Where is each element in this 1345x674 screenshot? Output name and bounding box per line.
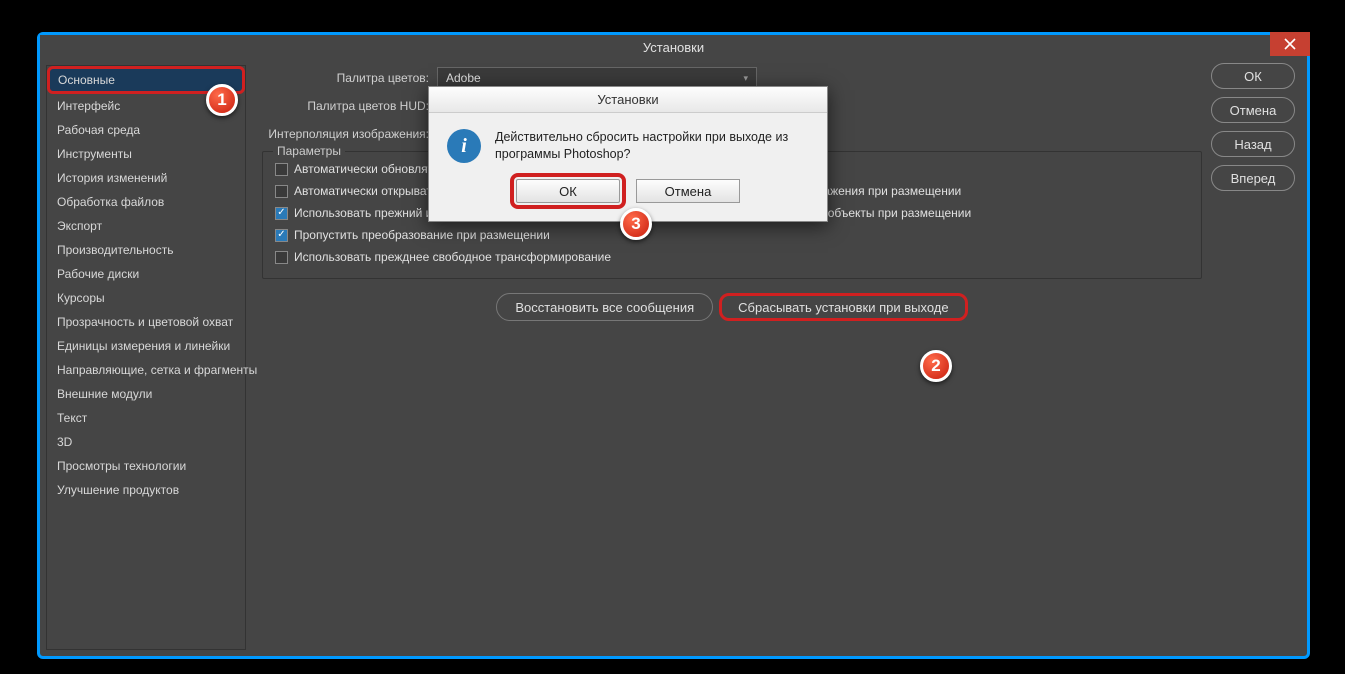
annotation-badge-2: 2: [920, 350, 952, 382]
hud-label: Палитра цветов HUD:: [262, 99, 437, 113]
confirm-dialog-title: Установки: [429, 87, 827, 113]
check-legacy-free-transform[interactable]: Использовать прежднее свободное трансфор…: [275, 250, 611, 264]
sidebar-item-scratch[interactable]: Рабочие диски: [47, 262, 245, 286]
confirm-dialog: Установки Действительно сбросить настрой…: [428, 86, 828, 222]
annotation-badge-1: 1: [206, 84, 238, 116]
close-icon: [1284, 38, 1296, 50]
sidebar-item-filehandling[interactable]: Обработка файлов: [47, 190, 245, 214]
fieldset-legend: Параметры: [273, 144, 345, 158]
ok-button[interactable]: ОК: [1211, 63, 1295, 89]
cancel-button[interactable]: Отмена: [1211, 97, 1295, 123]
confirm-dialog-text: Действительно сбросить настройки при вых…: [495, 129, 809, 163]
sidebar-item-history[interactable]: История изменений: [47, 166, 245, 190]
sidebar-item-units[interactable]: Единицы измерения и линейки: [47, 334, 245, 358]
sidebar-item-gamut[interactable]: Прозрачность и цветовой охват: [47, 310, 245, 334]
sidebar: Основные Интерфейс Рабочая среда Инструм…: [46, 65, 246, 650]
color-picker-value: Adobe: [446, 71, 481, 85]
sidebar-item-plugins[interactable]: Внешние модули: [47, 382, 245, 406]
sidebar-item-performance[interactable]: Производительность: [47, 238, 245, 262]
window-titlebar: Установки: [40, 35, 1307, 59]
interp-label: Интерполяция изображения:: [262, 127, 437, 141]
reset-on-quit-button[interactable]: Сбрасывать установки при выходе: [719, 293, 967, 321]
sidebar-item-guides[interactable]: Направляющие, сетка и фрагменты: [47, 358, 245, 382]
restore-messages-button[interactable]: Восстановить все сообщения: [496, 293, 713, 321]
close-button[interactable]: [1270, 32, 1310, 56]
sidebar-item-export[interactable]: Экспорт: [47, 214, 245, 238]
sidebar-item-type[interactable]: Текст: [47, 406, 245, 430]
sidebar-item-tools[interactable]: Инструменты: [47, 142, 245, 166]
forward-button[interactable]: Вперед: [1211, 165, 1295, 191]
info-icon: [447, 129, 481, 163]
sidebar-item-techpreviews[interactable]: Просмотры технологии: [47, 454, 245, 478]
window-title: Установки: [643, 40, 704, 55]
sidebar-item-cursors[interactable]: Курсоры: [47, 286, 245, 310]
sidebar-item-workspace[interactable]: Рабочая среда: [47, 118, 245, 142]
dialog-buttons-column: ОК Отмена Назад Вперед: [1211, 63, 1295, 191]
confirm-cancel-button[interactable]: Отмена: [636, 179, 740, 203]
confirm-ok-button[interactable]: ОК: [516, 179, 620, 203]
sidebar-item-3d[interactable]: 3D: [47, 430, 245, 454]
chevron-down-icon: ▾: [743, 73, 748, 84]
check-skip-transform[interactable]: Пропустить преобразование при размещении: [275, 228, 611, 242]
color-picker-label: Палитра цветов:: [262, 71, 437, 85]
sidebar-item-product[interactable]: Улучшение продуктов: [47, 478, 245, 502]
annotation-badge-3: 3: [620, 208, 652, 240]
back-button[interactable]: Назад: [1211, 131, 1295, 157]
